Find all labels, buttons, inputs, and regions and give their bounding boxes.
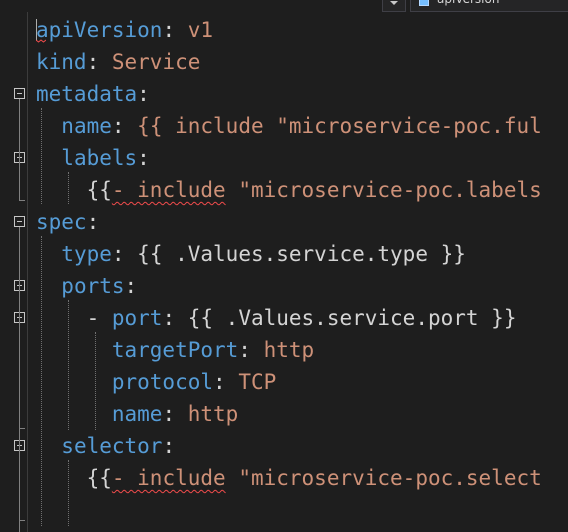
yaml-separator: : <box>238 338 264 362</box>
yaml-separator: : <box>162 306 188 330</box>
template-open: {{ <box>86 178 112 202</box>
yaml-value: v1 <box>187 18 214 42</box>
yaml-value: http <box>263 338 315 362</box>
collapse-metadata-toggle[interactable] <box>14 88 25 99</box>
yaml-key: targetPort <box>111 338 239 362</box>
list-dash: - <box>86 306 112 330</box>
yaml-key: name <box>61 114 112 138</box>
fold-range-selector <box>19 451 20 520</box>
type-dropdown[interactable] <box>382 0 406 12</box>
code-line[interactable]: metadata: <box>36 78 150 110</box>
code-line[interactable]: type: {{ .Values.service.type }} <box>36 238 466 270</box>
yaml-separator: : <box>137 82 150 106</box>
navigation-bar: apiVersion <box>0 0 568 12</box>
yaml-key: selector <box>61 434 163 458</box>
member-dropdown[interactable]: apiVersion <box>410 0 568 12</box>
error-squiggle: - include <box>111 466 226 490</box>
yaml-separator: : <box>137 146 150 170</box>
yaml-key: type <box>61 242 112 266</box>
yaml-value: "microservice-poc.labels <box>225 178 542 202</box>
property-icon <box>419 0 429 6</box>
fold-range-port-item <box>19 323 20 428</box>
yaml-separator: : <box>86 210 100 234</box>
yaml-value: {{ include "microservice-poc.ful <box>137 114 542 138</box>
yaml-separator: : <box>162 18 188 42</box>
code-line[interactable]: targetPort: http <box>36 334 314 366</box>
member-dropdown-label: apiVersion <box>437 0 499 6</box>
yaml-key: port <box>111 306 163 330</box>
yaml-separator: : <box>111 242 138 266</box>
fold-end-metadata <box>19 200 25 201</box>
fold-range-ports <box>19 291 20 312</box>
code-line[interactable]: protocol: TCP <box>36 366 276 398</box>
yaml-key: ports <box>61 274 125 298</box>
collapse-spec-toggle[interactable] <box>14 216 25 227</box>
code-line[interactable]: spec: <box>36 206 99 238</box>
yaml-key: kind <box>36 50 87 74</box>
yaml-separator: : <box>111 114 138 138</box>
yaml-separator: : <box>213 370 239 394</box>
code-line[interactable]: {{- include "microservice-poc.labels <box>36 174 542 206</box>
yaml-value: http <box>187 402 239 426</box>
code-line[interactable]: labels: <box>36 142 150 174</box>
yaml-value: TCP <box>238 370 277 394</box>
code-line[interactable]: kind: Service <box>36 46 200 78</box>
yaml-value: {{ .Values.service.type }} <box>137 242 466 266</box>
yaml-key: metadata <box>36 82 138 106</box>
yaml-key: spec <box>36 210 87 234</box>
yaml-key: protocol <box>111 370 214 394</box>
yaml-key: name <box>111 402 163 426</box>
yaml-key: labels <box>61 146 138 170</box>
yaml-separator: : <box>162 402 188 426</box>
yaml-separator: : <box>162 434 176 458</box>
fold-end-selector <box>19 520 25 521</box>
editor-margin <box>27 12 28 532</box>
yaml-value: "microservice-poc.select <box>225 466 542 490</box>
yaml-separator: : <box>86 50 112 74</box>
code-line[interactable]: name: {{ include "microservice-poc.ful <box>36 110 542 142</box>
error-squiggle-marker <box>36 39 46 43</box>
code-line[interactable]: apiVersion: v1 <box>36 14 213 46</box>
code-line[interactable]: - port: {{ .Values.service.port }} <box>36 302 517 334</box>
template-open: {{ <box>86 466 112 490</box>
yaml-separator: : <box>124 274 138 298</box>
fold-range-metadata <box>19 99 20 200</box>
code-line[interactable]: selector: <box>36 430 175 462</box>
yaml-value: {{ .Values.service.port }} <box>187 306 517 330</box>
code-line[interactable]: name: http <box>36 398 238 430</box>
fold-end-port-item <box>19 428 25 429</box>
yaml-value: Service <box>111 50 201 74</box>
chevron-down-icon <box>390 1 398 5</box>
error-squiggle: - include <box>111 178 226 202</box>
code-line[interactable]: ports: <box>36 270 137 302</box>
code-line[interactable]: {{- include "microservice-poc.select <box>36 462 542 494</box>
yaml-key: apiVersion <box>36 18 163 42</box>
